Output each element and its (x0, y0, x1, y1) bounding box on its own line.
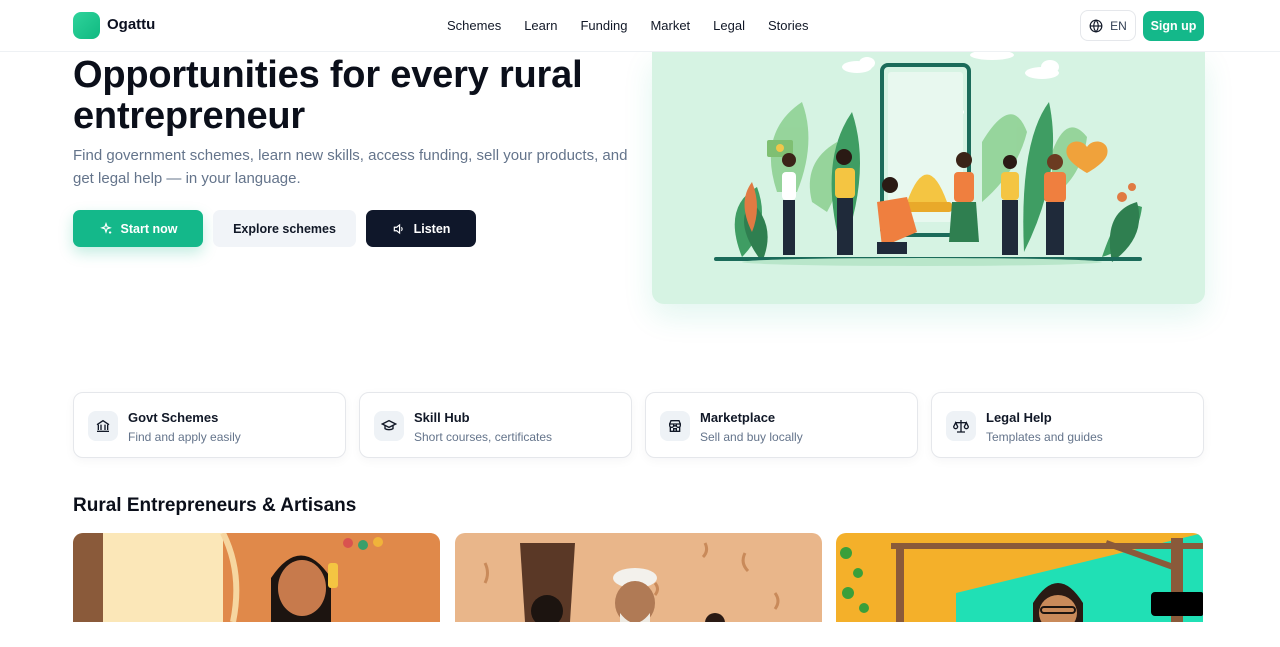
feature-card-legal-help[interactable]: Legal Help Templates and guides (931, 392, 1204, 458)
stories-section-title: Rural Entrepreneurs & Artisans (73, 495, 357, 516)
floating-widget[interactable] (1151, 592, 1203, 616)
feature-card-marketplace[interactable]: Marketplace Sell and buy locally (645, 392, 918, 458)
bank-icon (88, 411, 118, 441)
feature-title: Legal Help (986, 410, 1052, 425)
feature-card-skill-hub[interactable]: Skill Hub Short courses, certificates (359, 392, 632, 458)
feature-title: Govt Schemes (128, 410, 219, 425)
nav-item-legal[interactable]: Legal (713, 18, 745, 33)
listen-button[interactable]: Listen (366, 210, 476, 247)
top-navbar: Ogattu Schemes Learn Funding Market Lega… (0, 0, 1280, 52)
brand-name[interactable]: Ogattu (107, 16, 155, 33)
feature-title: Marketplace (700, 410, 776, 425)
feature-title: Skill Hub (414, 410, 470, 425)
nav-item-market[interactable]: Market (650, 18, 690, 33)
globe-icon (1089, 18, 1103, 33)
speaker-icon (393, 223, 403, 234)
start-now-button[interactable]: Start now (73, 210, 203, 247)
nav-item-funding[interactable]: Funding (580, 18, 627, 33)
explore-schemes-button[interactable]: Explore schemes (213, 210, 356, 247)
feature-subtitle: Short courses, certificates (414, 430, 553, 444)
story-image (455, 533, 822, 622)
language-label: EN (1110, 18, 1127, 33)
story-card-young-farmer[interactable] (836, 533, 1203, 622)
logo-icon[interactable] (73, 12, 100, 39)
illustration-art (714, 52, 1142, 266)
feature-subtitle: Find and apply easily (128, 430, 241, 444)
story-card-artisan-woman[interactable] (73, 533, 440, 622)
start-now-label: Start now (120, 221, 178, 236)
sparkle-icon (99, 221, 112, 234)
nav-item-schemes[interactable]: Schemes (447, 18, 501, 33)
store-icon (660, 411, 690, 441)
listen-label: Listen (413, 221, 451, 236)
explore-schemes-label: Explore schemes (233, 221, 336, 236)
language-selector[interactable]: EN (1080, 10, 1136, 41)
nav-item-learn[interactable]: Learn (524, 18, 557, 33)
hero-subtitle: Find government schemes, learn new skill… (73, 147, 628, 187)
story-image (73, 533, 440, 622)
feature-subtitle: Sell and buy locally (700, 430, 803, 444)
main-nav: Schemes Learn Funding Market Legal Stori… (447, 18, 831, 33)
hero-illustration (652, 52, 1205, 304)
graduation-cap-icon (374, 411, 404, 441)
story-image (836, 533, 1203, 622)
nav-item-stories[interactable]: Stories (768, 18, 808, 33)
story-card-elder-craftsman[interactable] (455, 533, 822, 622)
hero-title: Opportunities for every rural entreprene… (73, 54, 583, 137)
feature-card-govt-schemes[interactable]: Govt Schemes Find and apply easily (73, 392, 346, 458)
feature-subtitle: Templates and guides (986, 430, 1103, 444)
scale-icon (946, 411, 976, 441)
signup-button[interactable]: Sign up (1143, 11, 1204, 41)
page-bottom (0, 622, 1280, 647)
